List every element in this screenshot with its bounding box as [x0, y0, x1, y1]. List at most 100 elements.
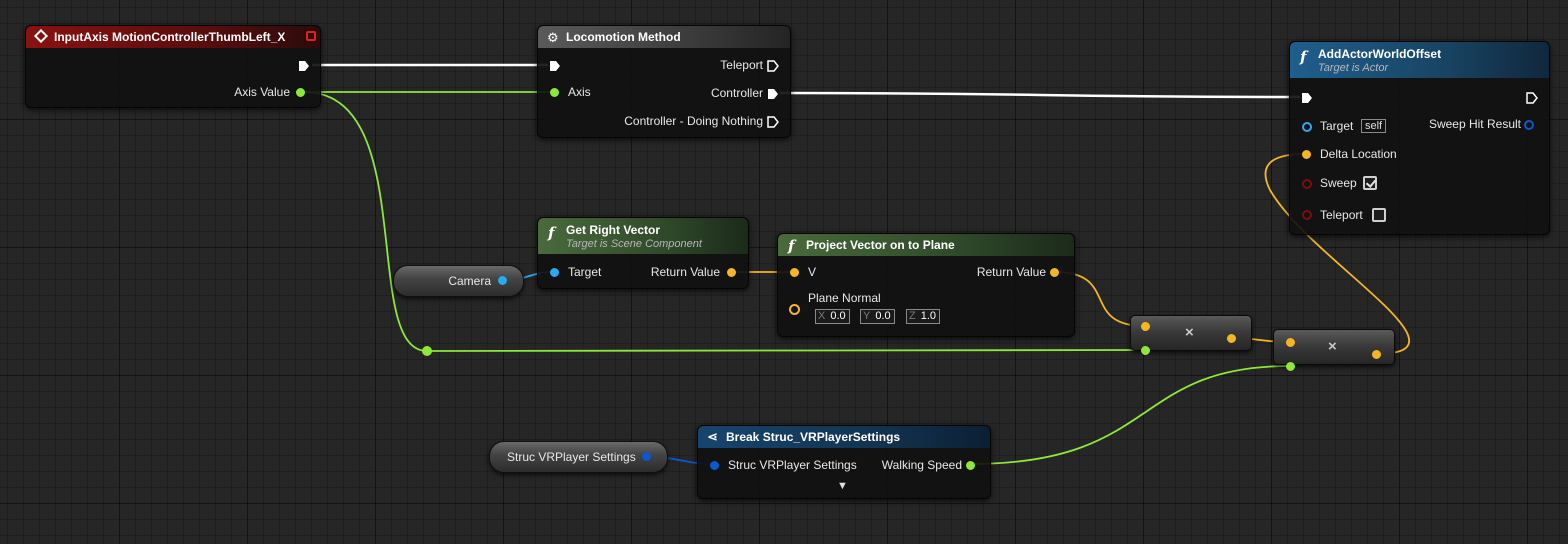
multiply-out-pin[interactable]	[1372, 350, 1381, 359]
multiply-node-1[interactable]: ×	[1130, 315, 1252, 355]
function-icon: f	[548, 224, 555, 242]
locomotion-title: Locomotion Method	[566, 30, 681, 44]
get-right-vector-subtitle: Target is Scene Component	[566, 237, 702, 250]
return-value-pin[interactable]	[727, 268, 736, 277]
x-axis-label: X	[818, 310, 826, 322]
exec-out-pin[interactable]	[1526, 92, 1538, 104]
input-axis-node[interactable]: InputAxis MotionControllerThumbLeft_X Ax…	[25, 25, 321, 108]
get-right-vector-header[interactable]: f Get Right Vector Target is Scene Compo…	[538, 218, 748, 254]
break-struct-node[interactable]: ⋖ Break Struc_VRPlayerSettings Struc VRP…	[697, 425, 991, 499]
expand-arrow-icon[interactable]: ▼	[837, 480, 848, 492]
y-value: 0.0	[875, 310, 891, 322]
teleport-out-label: Teleport	[720, 58, 763, 72]
sweep-checkbox[interactable]	[1363, 176, 1377, 190]
struct-in-label: Struc VRPlayer Settings	[728, 458, 857, 472]
macro-gear-icon: ⚙	[547, 30, 559, 45]
controller-exec-pin[interactable]	[767, 88, 779, 100]
multiply-out-pin[interactable]	[1227, 334, 1236, 343]
multiply-b-pin[interactable]	[1141, 346, 1150, 355]
return-value-label: Return Value	[650, 265, 720, 279]
function-icon: f	[1300, 48, 1307, 66]
project-vector-title: Project Vector on to Plane	[806, 238, 955, 252]
struc-variable-label: Struc VRPlayer Settings	[507, 450, 636, 464]
add-actor-world-offset-node[interactable]: f AddActorWorldOffset Target is Actor Ta…	[1289, 41, 1550, 235]
camera-out-pin[interactable]	[498, 276, 507, 285]
sweep-hit-pin[interactable]	[1524, 120, 1534, 130]
camera-variable-node[interactable]: Camera	[393, 265, 524, 297]
get-right-vector-title: Get Right Vector	[566, 222, 661, 237]
return-value-label: Return Value	[976, 265, 1046, 279]
doing-nothing-exec-pin[interactable]	[767, 116, 779, 128]
locomotion-method-header[interactable]: ⚙ Locomotion Method	[538, 26, 790, 48]
target-pin[interactable]	[1302, 122, 1312, 132]
function-icon: f	[788, 237, 795, 255]
input-event-icon	[33, 28, 49, 44]
axis-label: Axis	[568, 85, 591, 99]
plane-normal-label: Plane Normal	[808, 291, 881, 305]
project-vector-header[interactable]: f Project Vector on to Plane	[778, 234, 1074, 256]
teleport-label: Teleport	[1320, 208, 1363, 222]
v-pin[interactable]	[790, 268, 799, 277]
y-field[interactable]: Y 0.0	[860, 309, 895, 324]
sweep-label: Sweep	[1320, 176, 1357, 190]
struc-vrplayer-settings-variable[interactable]: Struc VRPlayer Settings	[489, 441, 668, 473]
multiply-symbol: ×	[1185, 324, 1194, 341]
target-label: Target	[1320, 119, 1354, 133]
wire-walking-to-multiply	[969, 365, 1291, 465]
target-pin[interactable]	[550, 268, 559, 277]
exec-in-pin[interactable]	[549, 60, 561, 72]
axis-value-pin[interactable]	[296, 88, 305, 97]
z-axis-label: Z	[909, 310, 916, 322]
delta-location-label: Delta Location	[1320, 147, 1397, 161]
add-offset-header[interactable]: f AddActorWorldOffset Target is Actor	[1290, 42, 1549, 78]
sweep-hit-label: Sweep Hit Result	[1428, 117, 1521, 131]
self-default-box[interactable]: self	[1361, 119, 1387, 133]
add-offset-subtitle: Target is Actor	[1318, 61, 1389, 74]
break-struct-icon: ⋖	[707, 429, 718, 444]
controller-out-label: Controller	[710, 86, 763, 100]
break-struct-title: Break Struc_VRPlayerSettings	[726, 430, 901, 444]
y-axis-label: Y	[863, 310, 871, 322]
plane-normal-vector-input: X 0.0 Y 0.0 Z 1.0	[815, 309, 955, 324]
delta-location-pin[interactable]	[1302, 150, 1311, 159]
multiply-b-pin[interactable]	[1286, 362, 1295, 371]
delegate-pin-icon[interactable]	[306, 31, 316, 41]
v-label: V	[808, 265, 817, 279]
exec-wire-controller-to-offset	[779, 91, 1301, 99]
walking-speed-label: Walking Speed	[881, 458, 962, 472]
multiply-a-pin[interactable]	[1141, 322, 1150, 331]
wire-axis-to-reroute	[303, 91, 428, 352]
input-axis-title: InputAxis MotionControllerThumbLeft_X	[54, 30, 286, 44]
x-field[interactable]: X 0.0	[815, 309, 850, 324]
z-field[interactable]: Z 1.0	[906, 309, 941, 324]
sweep-pin[interactable]	[1302, 179, 1312, 189]
exec-out-pin[interactable]	[298, 60, 310, 72]
struc-out-pin[interactable]	[642, 452, 651, 461]
plane-normal-pin[interactable]	[789, 304, 800, 315]
input-axis-header[interactable]: InputAxis MotionControllerThumbLeft_X	[26, 26, 320, 48]
teleport-checkbox[interactable]	[1372, 208, 1386, 222]
axis-in-pin[interactable]	[550, 88, 559, 97]
multiply-symbol: ×	[1328, 338, 1337, 355]
z-value: 1.0	[920, 310, 937, 322]
project-vector-node[interactable]: f Project Vector on to Plane V Return Va…	[777, 233, 1075, 337]
exec-in-pin[interactable]	[1301, 92, 1313, 104]
walking-speed-pin[interactable]	[966, 461, 975, 470]
doing-nothing-label: Controller - Doing Nothing	[624, 114, 763, 128]
teleport-pin[interactable]	[1302, 210, 1312, 220]
break-struct-header[interactable]: ⋖ Break Struc_VRPlayerSettings	[698, 426, 990, 448]
locomotion-method-node[interactable]: ⚙ Locomotion Method Axis Teleport Contro…	[537, 25, 791, 138]
return-value-pin[interactable]	[1050, 268, 1059, 277]
multiply-node-2[interactable]: ×	[1273, 329, 1395, 371]
axis-value-label: Axis Value	[234, 85, 290, 99]
get-right-vector-node[interactable]: f Get Right Vector Target is Scene Compo…	[537, 217, 749, 289]
camera-label: Camera	[448, 274, 491, 288]
multiply-a-pin[interactable]	[1286, 338, 1295, 347]
add-offset-title: AddActorWorldOffset	[1318, 46, 1442, 61]
teleport-exec-pin[interactable]	[767, 60, 779, 72]
struct-in-pin[interactable]	[710, 461, 719, 470]
reroute-knot[interactable]	[422, 346, 432, 356]
x-value: 0.0	[830, 310, 846, 322]
wire-reroute-to-multiply	[426, 349, 1146, 352]
target-label: Target	[568, 265, 602, 279]
